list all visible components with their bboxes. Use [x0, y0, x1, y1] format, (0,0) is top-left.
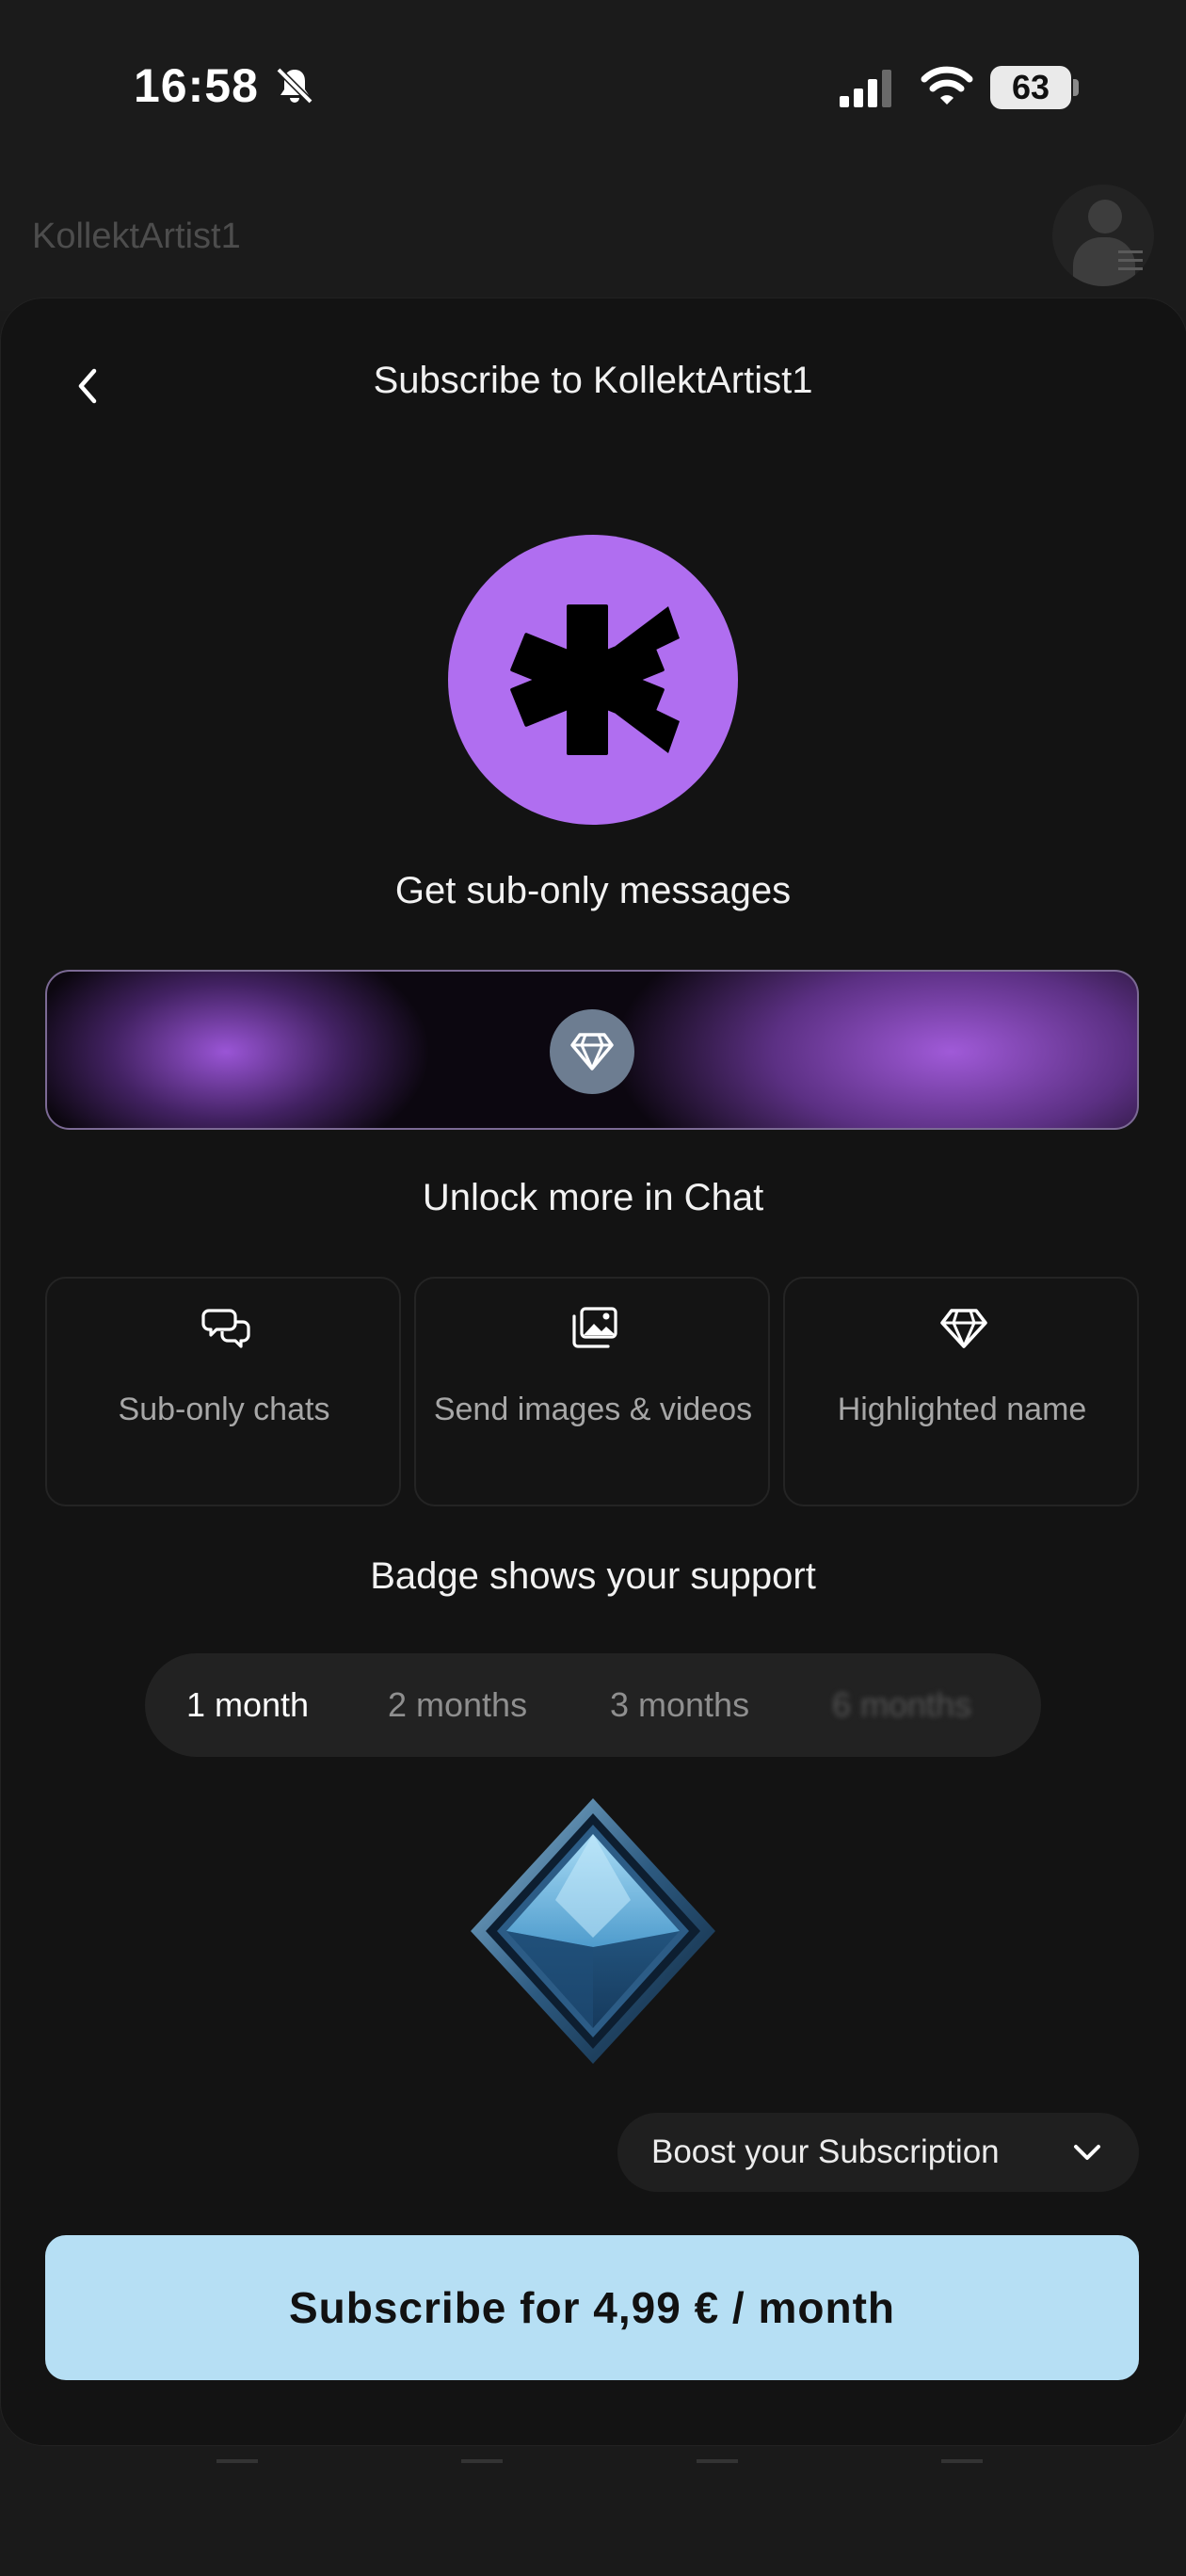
- chat-bubbles-icon: [201, 1309, 250, 1348]
- feature-card-highlighted-name: Highlighted name: [783, 1277, 1139, 1506]
- battery-cap: [1073, 79, 1079, 96]
- badge-heading: Badge shows your support: [370, 1555, 816, 1597]
- bell-muted-icon: [276, 67, 313, 105]
- background-bottom-nav: [0, 2444, 1186, 2576]
- subscribe-button[interactable]: Subscribe for 4,99 € / month: [45, 2235, 1139, 2380]
- wifi-icon: [921, 66, 973, 105]
- sub-only-preview-banner: [45, 970, 1139, 1130]
- diamond-icon: [570, 1033, 614, 1071]
- diamond-icon: [940, 1309, 987, 1348]
- asterisk-logo-icon: [510, 604, 680, 755]
- menu-icon: [1118, 250, 1143, 271]
- chat-heading: Unlock more in Chat: [422, 1177, 764, 1218]
- status-bar: 16:58 63: [0, 0, 1186, 169]
- cellular-signal-icon: [840, 70, 891, 107]
- tab-2-months[interactable]: 2 months: [388, 1653, 527, 1757]
- sheet-title: Subscribe to KollektArtist1: [373, 360, 813, 401]
- tab-1-month[interactable]: 1 month: [186, 1653, 309, 1757]
- boost-subscription-dropdown[interactable]: Boost your Subscription: [617, 2113, 1139, 2192]
- tab-6-months[interactable]: 6 months: [832, 1653, 971, 1757]
- feature-card-sub-only-chats: Sub-only chats: [45, 1277, 401, 1506]
- hero-caption: Get sub-only messages: [394, 870, 792, 911]
- battery-indicator: 63: [990, 66, 1071, 109]
- status-time: 16:58: [134, 59, 259, 112]
- badge-duration-tabs: 1 month 2 months 3 months 6 months: [145, 1653, 1041, 1757]
- images-icon: [572, 1307, 617, 1348]
- subscriber-badge-gem-icon: [471, 1798, 715, 2064]
- feature-label: Highlighted name: [837, 1392, 1087, 1427]
- chevron-down-icon: [1074, 2145, 1100, 2160]
- tab-3-months[interactable]: 3 months: [610, 1653, 749, 1757]
- channel-logo: [448, 535, 738, 825]
- feature-card-send-images: Send images & videos: [414, 1277, 770, 1506]
- background-channel-title: KollektArtist1: [32, 217, 241, 256]
- feature-label: Send images & videos: [433, 1392, 753, 1427]
- boost-label: Boost your Subscription: [651, 2133, 1000, 2170]
- feature-label: Sub-only chats: [118, 1392, 330, 1427]
- banner-diamond-badge: [550, 1009, 634, 1094]
